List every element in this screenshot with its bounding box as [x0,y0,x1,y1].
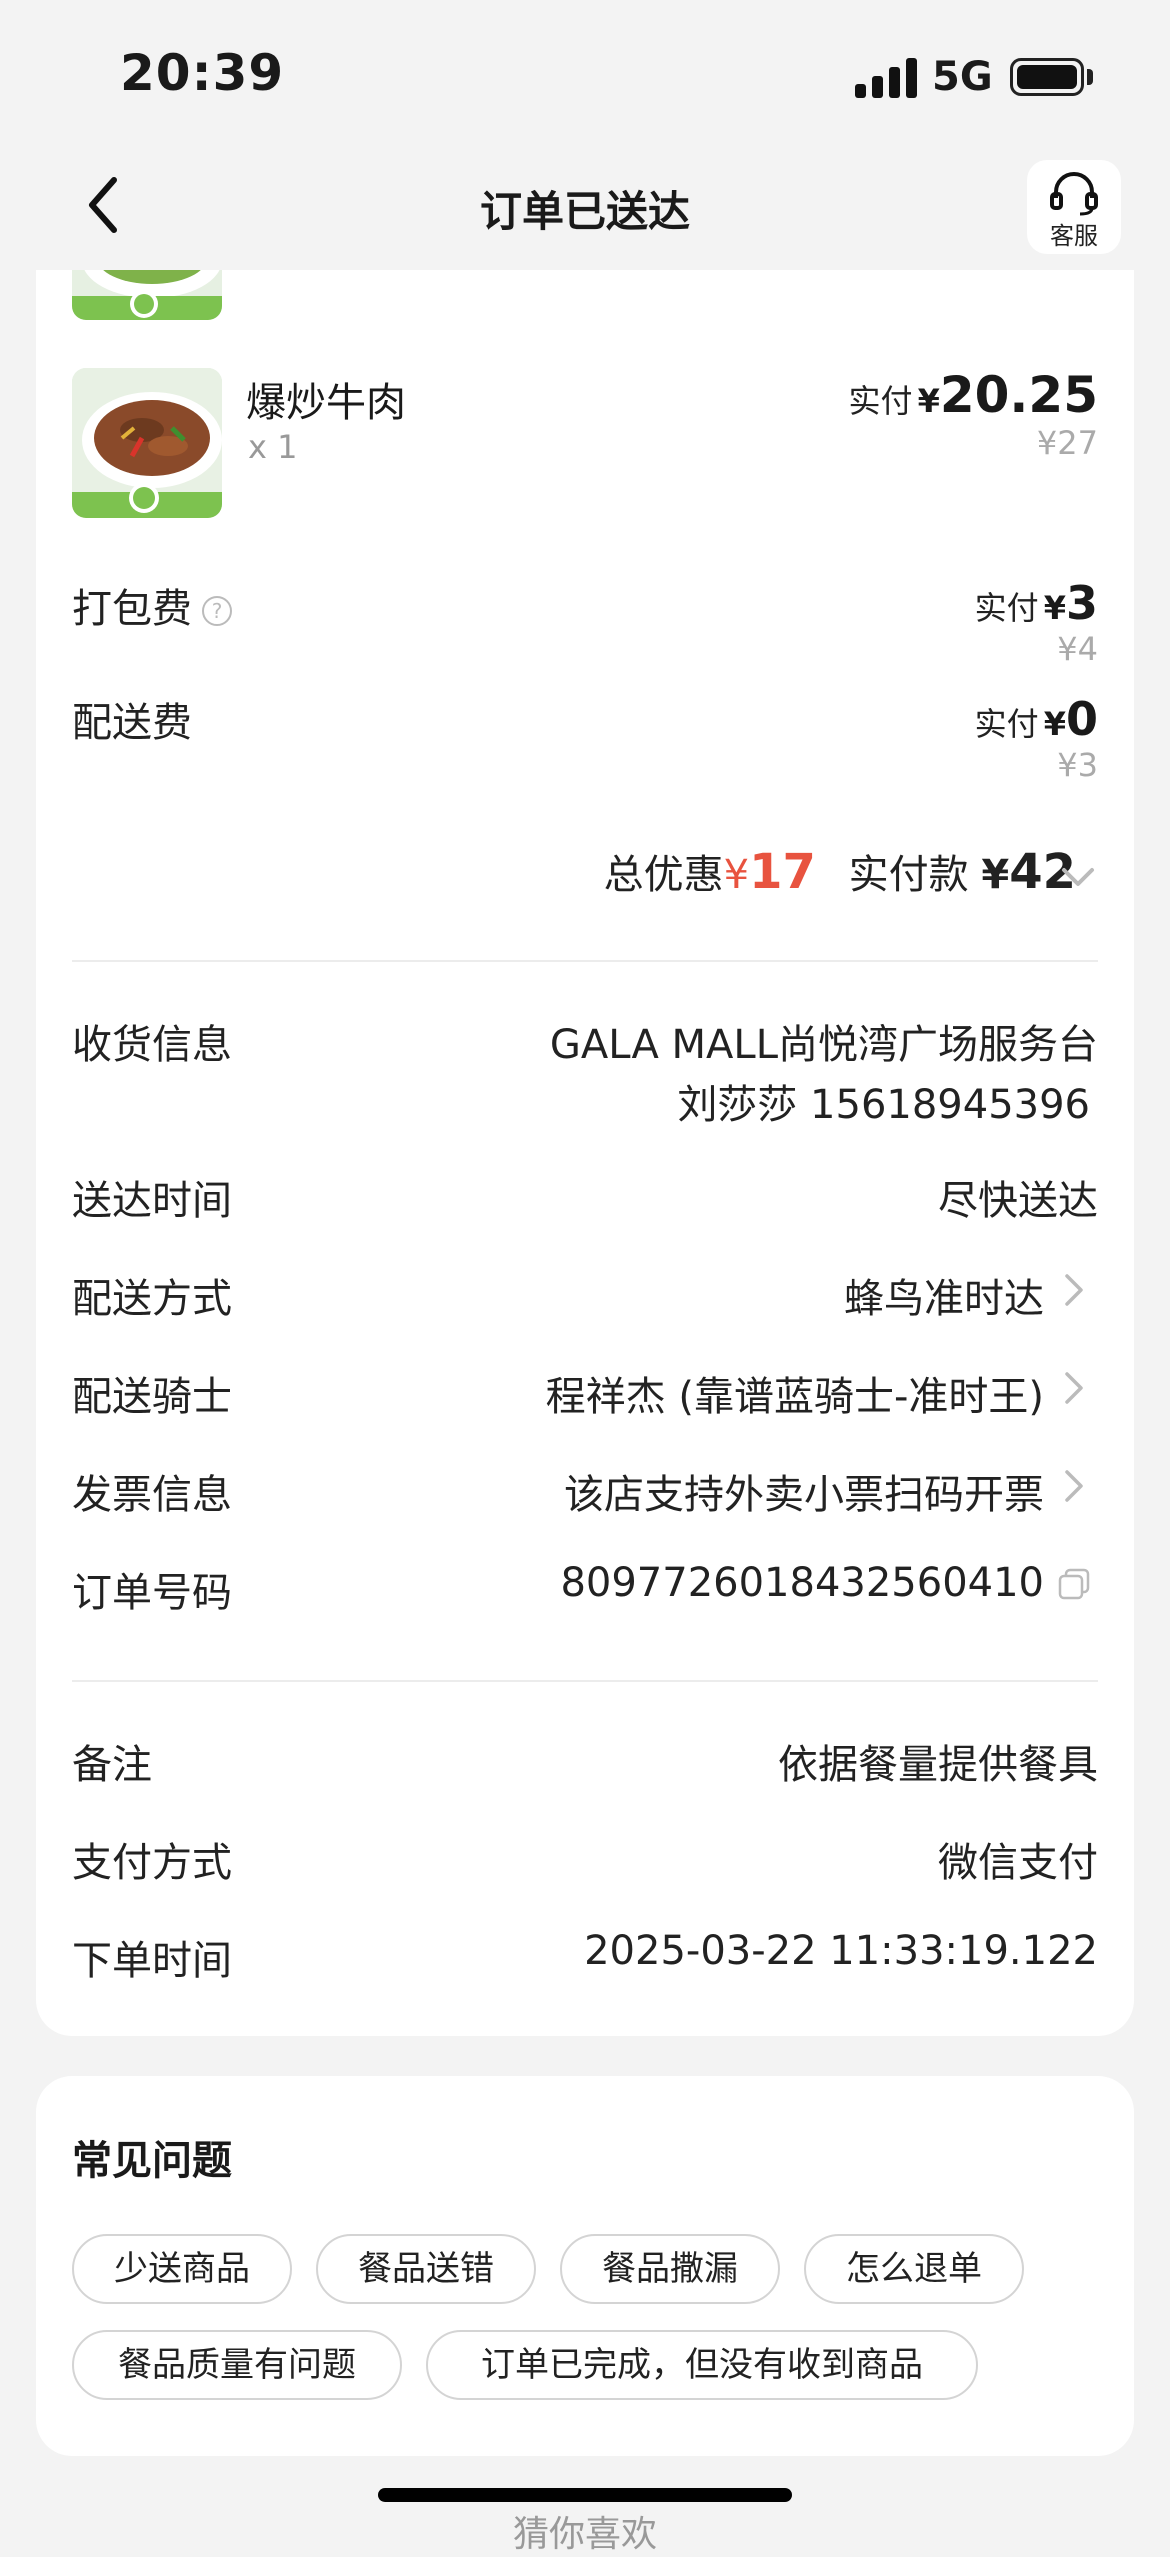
faq-chip[interactable]: 餐品质量有问题 [72,2330,402,2400]
packing-fee-label: 打包费 [72,586,192,632]
order-number-value: 8097726018432560410 [560,1560,1044,1606]
paid-amount: 20.25 [939,366,1098,424]
order-time-value: 2025-03-22 11:33:19.122 [584,1928,1098,1974]
payment-method-label: 支付方式 [72,1840,232,1886]
delivery-fee-amount: 0 [1065,692,1098,746]
chevron-right-icon[interactable] [1062,1368,1086,1408]
packing-fee-paid: 实付 ¥3 [975,576,1098,630]
delivery-method-label: 配送方式 [72,1276,232,1322]
price-summary[interactable]: 总优惠¥17 实付款 ¥42 [604,842,1076,900]
discount-currency: ¥ [723,852,750,898]
faq-chip[interactable]: 少送商品 [72,2234,292,2304]
item-paid-price: 实付 ¥20.25 [848,366,1098,424]
note-label: 备注 [72,1742,152,1788]
faq-card: 常见问题 少送商品 餐品送错 餐品撒漏 怎么退单 餐品质量有问题 订单已完成，但… [36,2076,1134,2456]
invoice-value[interactable]: 该店支持外卖小票扫码开票 [564,1462,1044,1520]
item-quantity: x 1 [248,428,298,466]
packing-fee-original: ¥4 [1057,630,1098,668]
delivery-fee-paid: 实付 ¥0 [975,692,1098,746]
address-label: 收货信息 [72,1022,232,1068]
order-detail-card: 爆炒牛肉 x 1 实付 ¥20.25 ¥27 打包费? 实付 ¥3 ¥4 配送费… [36,270,1134,2036]
item-original-price: ¥27 [1036,424,1098,462]
total-label: 实付款 [848,852,969,898]
packing-fee-row: 打包费? [72,576,232,634]
rider-label: 配送骑士 [72,1374,232,1420]
delivery-time-label: 送达时间 [72,1178,232,1224]
currency-symbol: ¥ [1043,705,1066,743]
item-name: 爆炒牛肉 [246,380,406,426]
network-label: 5G [932,54,993,100]
paid-label: 实付 [974,705,1039,743]
order-number-label: 订单号码 [72,1570,232,1616]
signal-icon [855,58,917,98]
item-image [72,368,222,518]
faq-chip[interactable]: 餐品撒漏 [560,2234,780,2304]
faq-chip[interactable]: 餐品送错 [316,2234,536,2304]
recommend-section-title: 猜你喜欢 [512,2514,657,2555]
help-icon[interactable]: ? [202,596,232,626]
faq-title: 常见问题 [72,2138,232,2184]
faq-chip[interactable]: 怎么退单 [804,2234,1024,2304]
divider [72,960,1098,962]
customer-service-button[interactable]: 客服 [1027,160,1121,254]
copy-icon[interactable] [1056,1566,1092,1602]
chevron-right-icon[interactable] [1062,1466,1086,1506]
chevron-down-icon[interactable] [1058,862,1098,892]
delivery-fee-label: 配送费 [72,700,192,746]
chevron-right-icon[interactable] [1062,1270,1086,1310]
address-line2: 刘莎莎 15618945396 [677,1082,1090,1128]
customer-service-label: 客服 [1050,222,1098,250]
invoice-label: 发票信息 [72,1472,232,1518]
paid-label: 实付 [974,589,1039,627]
battery-tip [1087,69,1093,85]
order-time-label: 下单时间 [72,1938,232,1984]
home-indicator[interactable] [378,2488,792,2502]
faq-chip[interactable]: 订单已完成，但没有收到商品 [426,2330,978,2400]
previous-item-image [72,270,222,320]
battery-icon [1010,58,1084,96]
delivery-fee-original: ¥3 [1057,746,1098,784]
discount-amount: 17 [749,844,816,900]
currency-symbol: ¥ [1043,589,1066,627]
currency-symbol: ¥ [917,382,940,420]
page-title: 订单已送达 [479,187,690,236]
divider [72,1680,1098,1682]
paid-label: 实付 [848,382,913,420]
packing-fee-amount: 3 [1065,576,1098,630]
rider-value[interactable]: 程祥杰 (靠谱蓝骑士-准时王) [546,1364,1044,1422]
delivery-method-value[interactable]: 蜂鸟准时达 [844,1266,1044,1324]
status-time: 20:39 [120,44,285,102]
note-value: 依据餐量提供餐具 [778,1742,1098,1788]
payment-method-value: 微信支付 [938,1840,1098,1886]
discount-label: 总优惠 [603,852,724,898]
total-currency: ¥ [981,852,1010,898]
address-line1: GALA MALL尚悦湾广场服务台 [549,1022,1098,1068]
delivery-time-value: 尽快送达 [938,1178,1098,1224]
headset-icon [1050,172,1098,216]
